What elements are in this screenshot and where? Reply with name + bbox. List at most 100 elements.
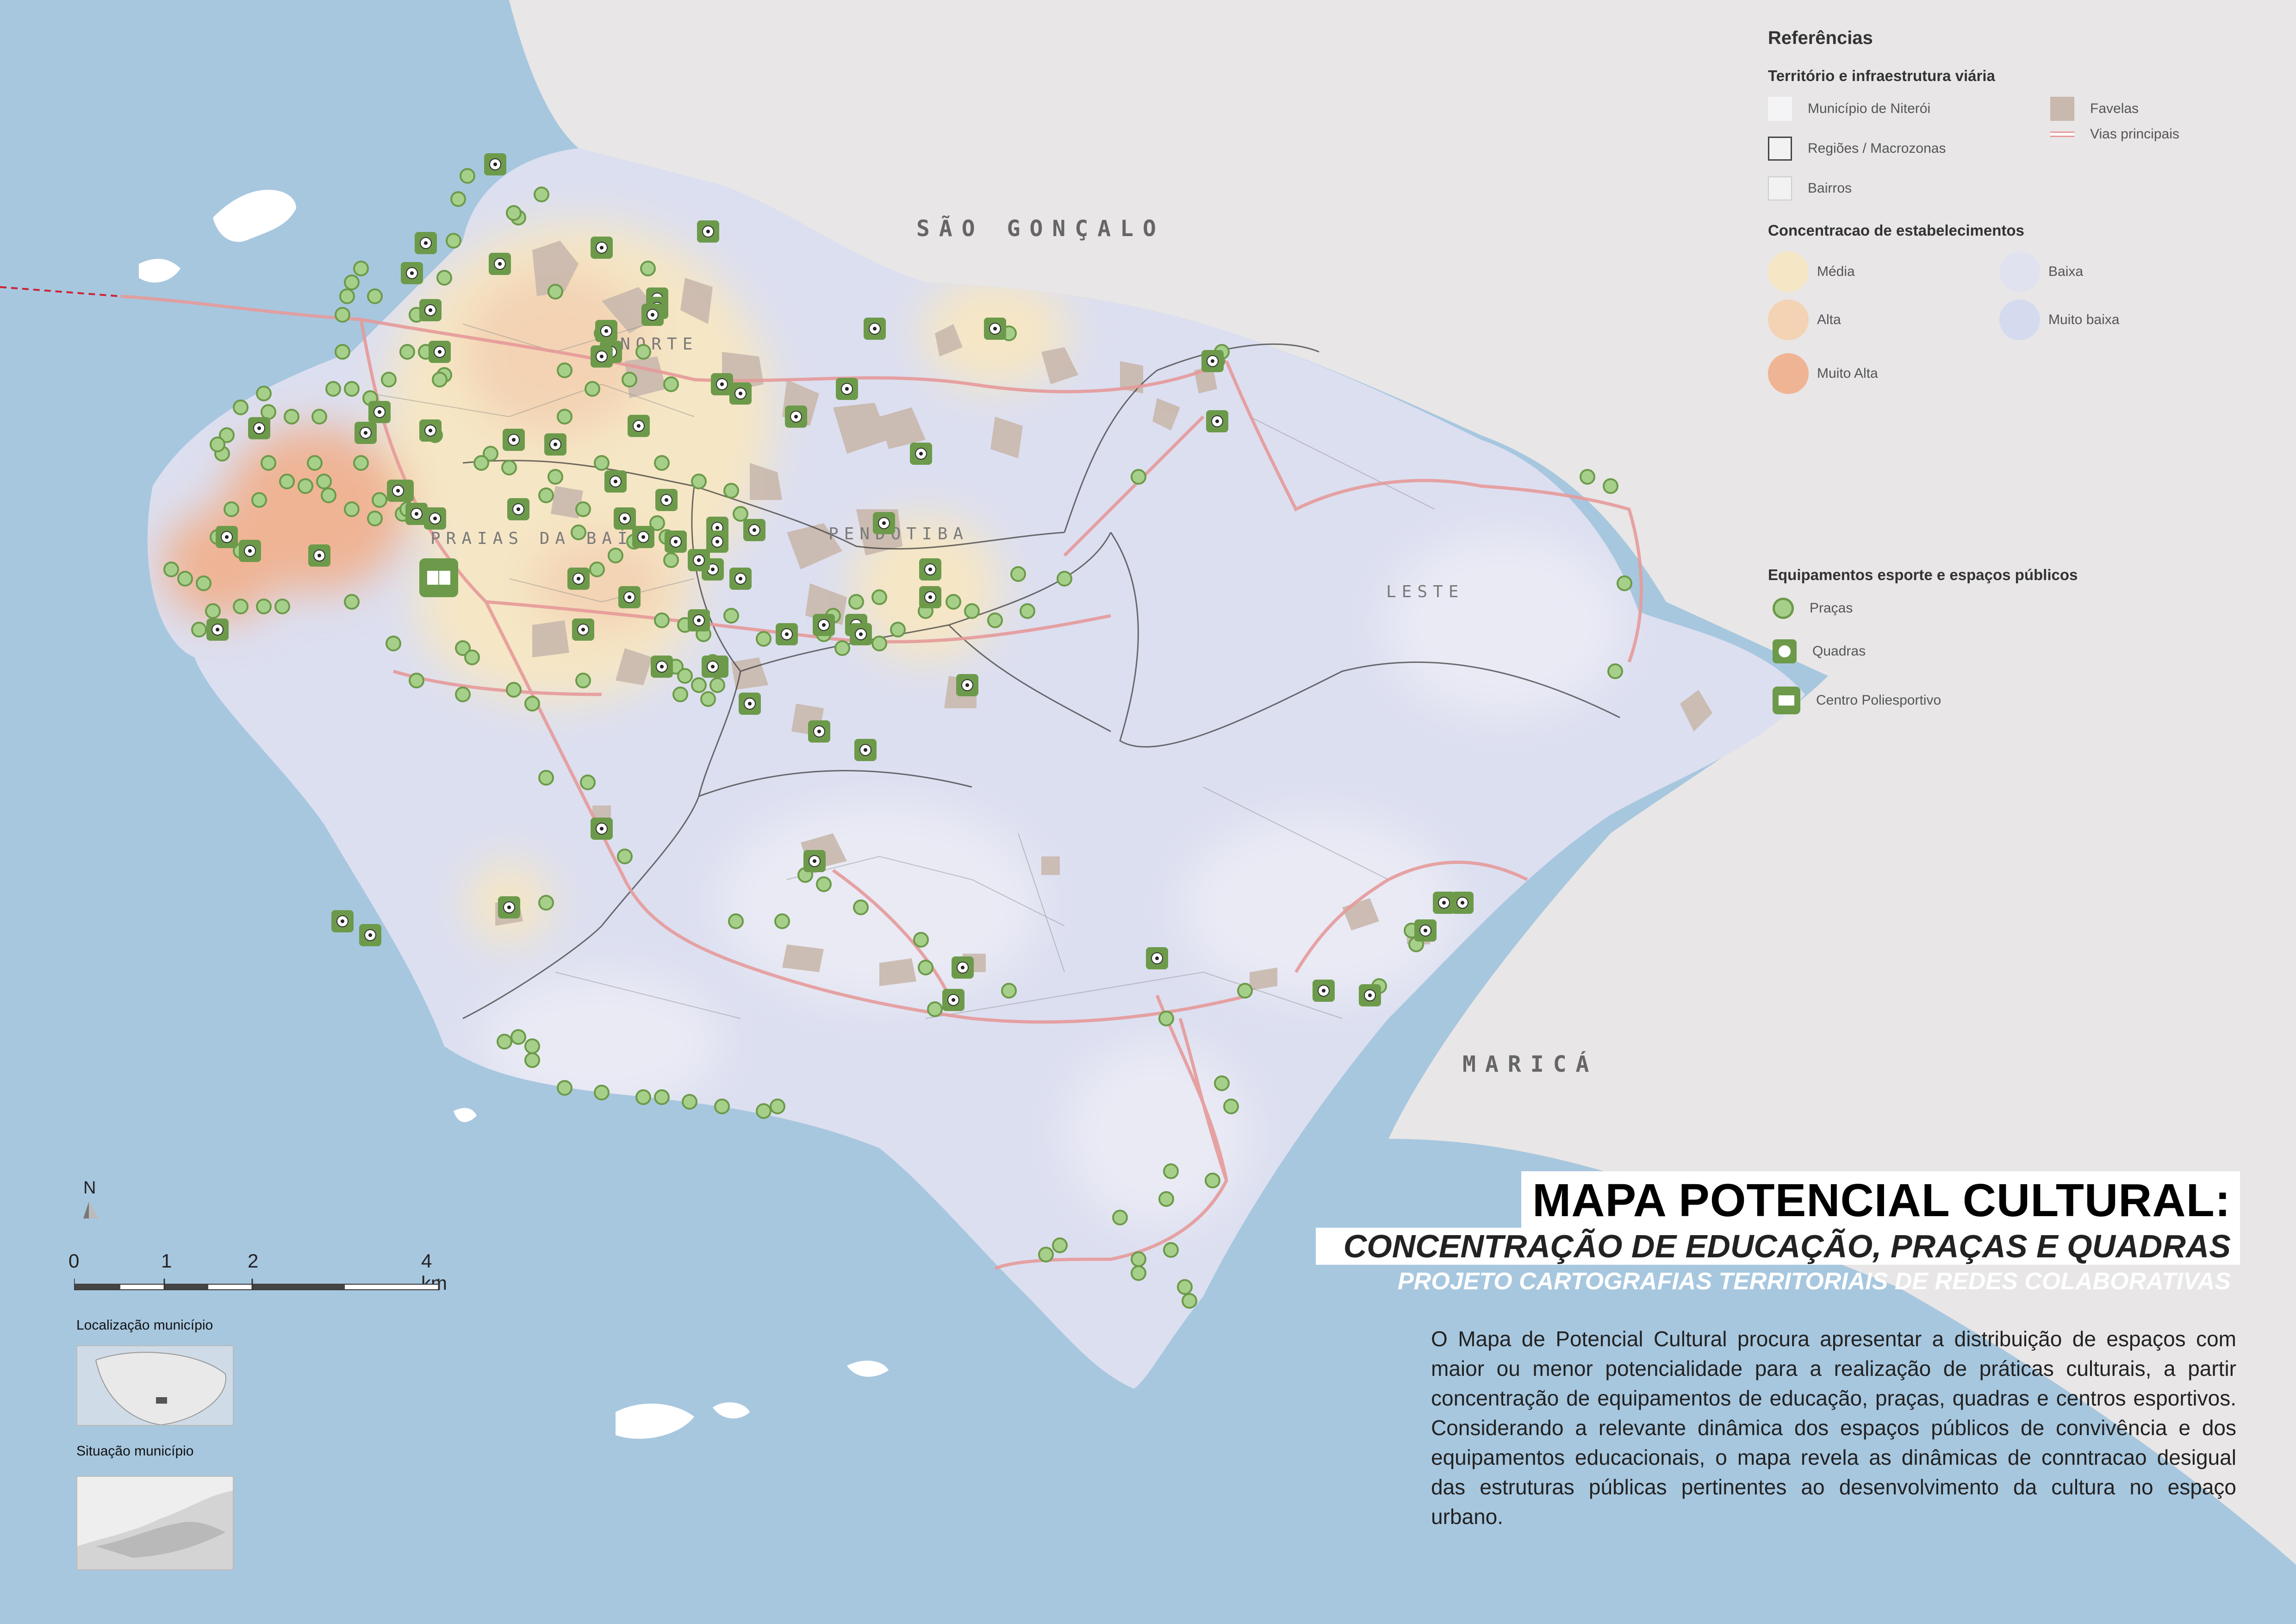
quadra-marker [850,623,872,645]
praca-marker [770,1099,785,1114]
municipio-swatch [1768,97,1792,121]
praca-marker [594,455,610,471]
praca-marker [663,376,679,392]
quadra-marker [604,470,627,493]
quadra-marker [628,415,650,437]
praca-marker [464,650,480,665]
alta-swatch [1768,300,1809,340]
map-poster: SÃO GONÇALO MARICÁ LESTE NORTE PRAIAS DA… [0,0,2296,1624]
praca-marker [432,372,448,387]
quadra-marker [429,341,451,363]
bairros-swatch [1768,176,1792,200]
quadra-marker [419,299,442,321]
quadra-marker [387,480,409,502]
project-name: PROJETO CARTOGRAFIAS TERRITORIAIS DE RED… [1398,1268,2231,1295]
legend-item-favelas: Favelas [2050,97,2139,121]
praca-marker [524,1052,540,1068]
field-icon [1779,695,1794,706]
praca-marker [654,455,670,471]
praca-marker [964,603,980,619]
legend-item-baixa: Baixa [1999,251,2083,292]
quadra-marker [739,693,761,715]
legend-item-municipio: Município de Niterói [1768,97,1930,121]
praca-marker [654,1089,670,1105]
quadra-marker [419,419,442,442]
praca-marker [298,478,313,494]
praca-marker [386,636,401,651]
quadra-marker [952,956,974,979]
praca-marker [1580,469,1595,485]
praca-marker [1237,983,1253,999]
legend-section-territory: Território e infraestrutura viária [1768,67,1995,84]
quadra-marker [813,614,835,636]
praca-marker [177,571,193,587]
quadra-marker [655,489,678,511]
legend-item-regioes: Regiões / Macrozonas [1768,137,1946,161]
quadra-marker [331,910,354,932]
praca-marker [1607,663,1623,679]
praca-marker [1223,1099,1239,1114]
praca-marker [335,344,350,360]
legend-item-muito-baixa: Muito baixa [1999,300,2119,340]
praca-marker [256,386,272,401]
praca-marker [575,673,591,688]
scale-bar-graphic [74,1279,440,1290]
praca-marker [1205,1173,1220,1188]
baixa-swatch [1999,251,2040,292]
praca-marker [506,682,522,698]
praca-marker [210,437,225,452]
praca-marker [672,687,688,702]
praca-marker [1182,1293,1197,1309]
quadra-marker [665,531,687,553]
quadra-marker [1201,350,1224,372]
praca-marker [196,575,212,591]
north-arrow: N [81,1178,109,1226]
label-praias-da-baia: PRAIAS DA BAÍA [430,529,648,548]
quadra-marker [484,153,506,175]
quadra-marker [368,401,391,423]
praca-marker [497,1034,512,1049]
praca-marker [589,562,605,577]
quadra-marker [614,507,636,530]
praca-marker [946,594,961,610]
praca-marker [1163,1163,1179,1179]
praca-marker [534,187,549,202]
quadra-marker [591,818,613,840]
praca-marker [233,599,249,614]
quadra-marker [632,526,654,548]
quadra-marker [308,544,330,567]
praca-marker [256,599,272,614]
praca-marker [251,492,267,508]
quadra-marker [729,568,752,590]
quadra-marker [507,498,529,520]
praca-marker [557,362,572,378]
quadra-marker [651,656,673,678]
legend-item-quadras: Quadras [1773,639,1866,663]
praca-marker [284,409,299,425]
legend-item-centro: Centro Poliesportivo [1773,687,1941,714]
quadra-marker [415,232,437,254]
quadra-marker [544,433,566,456]
praca-marker [191,622,207,637]
quadra-marker [864,318,886,340]
quadra-marker [919,586,941,608]
praca-marker [344,275,360,290]
scale-label-2: 2 [248,1250,259,1272]
quadra-marker [567,568,590,590]
praca-marker [367,511,383,526]
quadra-marker [729,382,752,405]
quadra-marker [706,531,728,553]
praca-marker [339,288,355,304]
praca-marker [1131,1251,1146,1267]
quadra-marker [836,378,858,400]
praca-marker [372,492,387,508]
praca-marker [344,594,360,610]
praca-marker [557,1080,572,1096]
praca-marker [1603,478,1618,494]
praca-marker [261,455,276,471]
praca-marker [455,687,471,702]
quadra-marker [572,618,594,641]
praca-marker [316,474,332,489]
praca-marker [399,344,415,360]
praca-marker [571,525,586,540]
